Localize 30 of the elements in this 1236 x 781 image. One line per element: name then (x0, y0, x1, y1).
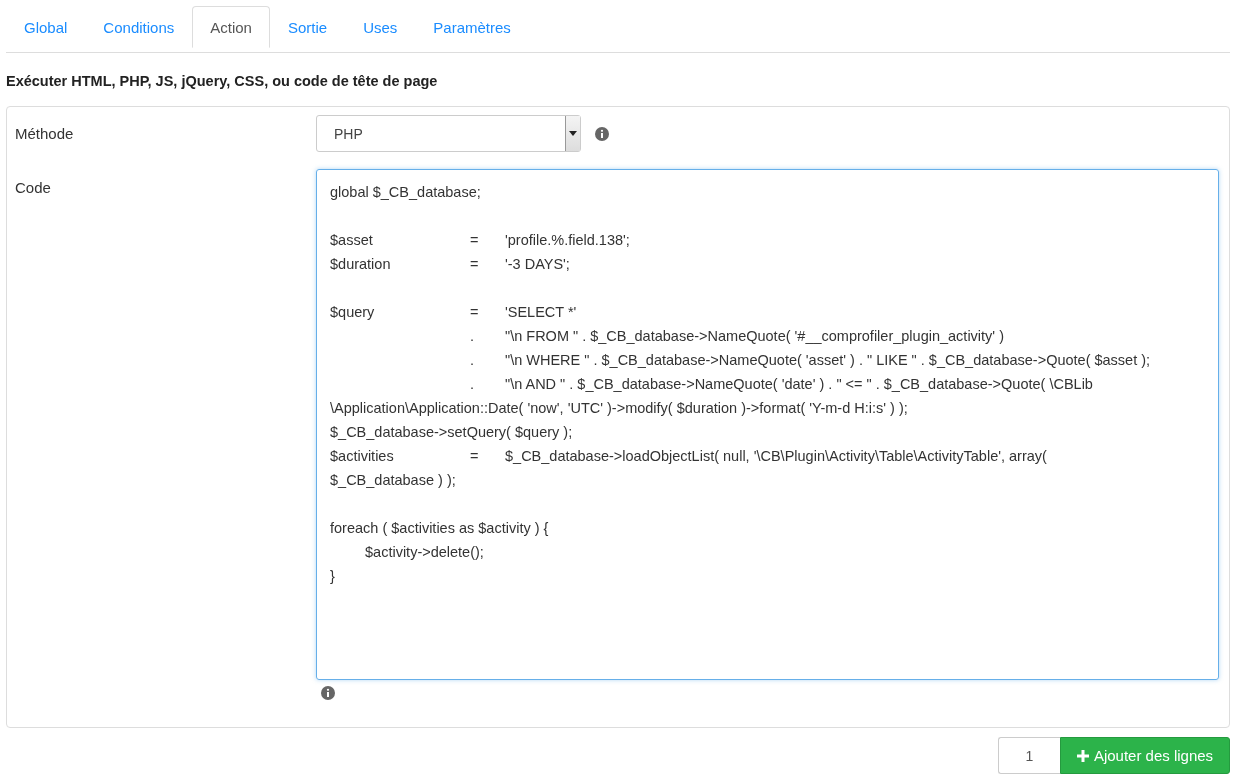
tab[interactable]: Uses (345, 6, 416, 47)
tab[interactable]: Paramètres (415, 6, 529, 47)
code-line: $_CB_database->setQuery( $query ); (330, 423, 574, 442)
method-dropdown[interactable]: PHP (316, 115, 581, 152)
tab[interactable]: Action (192, 6, 270, 48)
section-heading: Exécuter HTML, PHP, JS, jQuery, CSS, ou code de tête de page (6, 73, 439, 89)
code-line: $_CB_database ) ); (330, 471, 457, 490)
caret-icon (565, 116, 580, 151)
plus-icon (1076, 749, 1089, 762)
code-line: $activity->delete(); (364, 543, 485, 562)
code-line: } (330, 567, 336, 586)
info-icon[interactable] (595, 126, 609, 141)
field-label: Code (15, 178, 52, 196)
add-lines-button[interactable]: Ajouter des lignes (1060, 737, 1230, 774)
tab[interactable]: Conditions (85, 6, 193, 47)
code-line: . "\n AND " . $_CB_database->NameQuote( 'date' ) . " <= " . $_CB_database->Quote( \CBLib (469, 375, 1094, 394)
code-line: \Application\Application::Date( 'now', 'UTC' )->modify( $duration )->format( 'Y-m-d H:i:s' ) ); (330, 399, 909, 418)
code-line: . "\n WHERE " . $_CB_database->NameQuote( 'asset' ) . " LIKE " . $_CB_database->Quote( $asset ); (469, 351, 1152, 370)
code-line: $asset = 'profile.%.field.138'; (330, 231, 631, 250)
code-line: $activities = $_CB_database->loadObjectList( null, '\CB\Plugin\Activity\Table\ActivityTable', array( (330, 447, 1048, 466)
tab[interactable]: Sortie (269, 6, 346, 47)
code-line: . "\n FROM " . $_CB_database->NameQuote( '#__comprofiler_plugin_activity' ) (469, 327, 1005, 346)
code-field[interactable] (316, 169, 1219, 680)
code-line: foreach ( $activities as $activity ) { (330, 519, 550, 538)
info-icon[interactable] (321, 686, 335, 700)
code-line: global $_CB_database; (330, 183, 482, 202)
field-label: Méthode (15, 124, 75, 142)
tab[interactable]: Global (6, 6, 86, 47)
code-line: $query = 'SELECT *' (330, 303, 578, 322)
code-line: $duration = '-3 DAYS'; (330, 255, 571, 274)
